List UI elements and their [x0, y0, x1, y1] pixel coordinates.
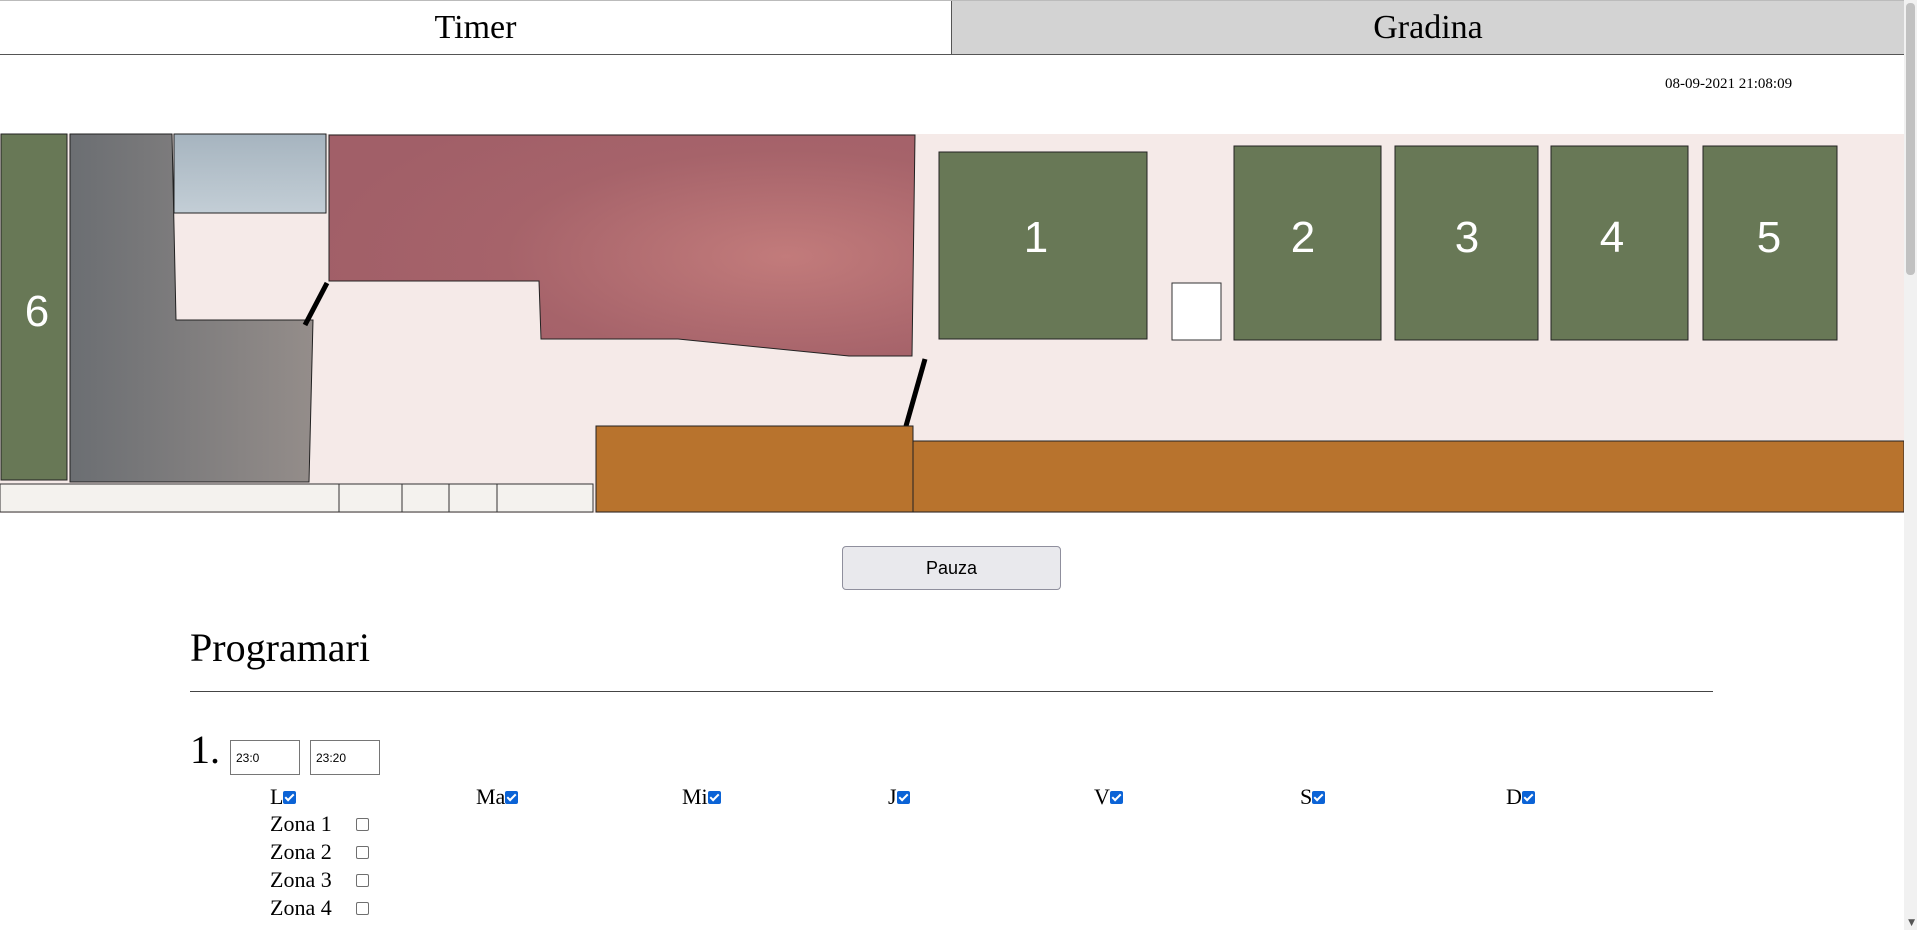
day-v: V — [1094, 782, 1123, 812]
window-block — [173, 133, 327, 214]
terrace-right — [912, 440, 1904, 513]
day-label: S — [1300, 784, 1313, 809]
day-label: J — [888, 784, 897, 809]
day-d-checkbox[interactable] — [1521, 790, 1535, 804]
day-label: L — [270, 784, 284, 809]
zone-1-checkbox[interactable] — [356, 818, 369, 831]
day-label: V — [1094, 784, 1110, 809]
program-number: 1. — [190, 727, 220, 772]
vertical-scrollbar[interactable]: ▼ — [1904, 0, 1917, 930]
tab-gradina[interactable]: Gradina — [952, 1, 1904, 55]
bed-2[interactable]: 2 — [1233, 145, 1382, 341]
bed-6[interactable]: 6 — [0, 133, 68, 481]
zone-1: Zona 1 — [270, 811, 369, 837]
pause-button[interactable]: Pauza — [842, 546, 1061, 590]
zone-label: Zona 2 — [270, 839, 332, 864]
end-time-input[interactable] — [310, 740, 380, 775]
scrollbar-thumb[interactable] — [1906, 3, 1915, 275]
zone-label: Zona 4 — [270, 895, 332, 920]
day-ma: Ma — [476, 782, 519, 812]
day-mi: Mi — [682, 782, 721, 812]
bed-4[interactable]: 4 — [1550, 145, 1689, 341]
bed-5-label: 5 — [1757, 213, 1781, 262]
bed-6-label: 6 — [25, 287, 49, 336]
day-ma-checkbox[interactable] — [505, 790, 519, 804]
day-label: Ma — [476, 784, 506, 809]
zone-label: Zona 3 — [270, 867, 332, 892]
divider — [190, 691, 1713, 692]
tab-timer[interactable]: Timer — [0, 1, 952, 55]
bed-2-label: 2 — [1291, 213, 1315, 262]
day-l-checkbox[interactable] — [283, 790, 297, 804]
zone-2: Zona 2 — [270, 839, 369, 865]
zone-label: Zona 1 — [270, 811, 332, 836]
zone-4-checkbox[interactable] — [356, 902, 369, 915]
zone-2-checkbox[interactable] — [356, 846, 369, 859]
bed-5[interactable]: 5 — [1702, 145, 1838, 341]
zone-3: Zona 3 — [270, 867, 369, 893]
zone-3-checkbox[interactable] — [356, 874, 369, 887]
day-s-checkbox[interactable] — [1312, 790, 1326, 804]
day-l: L — [270, 782, 297, 812]
bed-4-label: 4 — [1600, 213, 1624, 262]
day-mi-checkbox[interactable] — [707, 790, 721, 804]
scroll-down-icon[interactable]: ▼ — [1908, 918, 1915, 928]
terrace-left — [595, 425, 914, 513]
datetime-display: 08-09-2021 21:08:09 — [1665, 76, 1793, 92]
bed-3-label: 3 — [1455, 213, 1479, 262]
day-v-checkbox[interactable] — [1109, 790, 1123, 804]
bed-1-label: 1 — [1024, 213, 1048, 262]
path-tiles — [0, 483, 594, 513]
day-j-checkbox[interactable] — [896, 790, 910, 804]
start-time-input[interactable] — [230, 740, 300, 775]
day-j: J — [888, 782, 910, 812]
section-title: Programari — [190, 625, 370, 670]
garden-map: 6 1 2 3 4 5 — [0, 133, 1904, 513]
small-box — [1171, 282, 1222, 341]
day-s: S — [1300, 782, 1326, 812]
day-label: Mi — [682, 784, 708, 809]
day-label: D — [1506, 784, 1522, 809]
tab-bar: Timer Gradina — [0, 0, 1904, 57]
bed-1[interactable]: 1 — [938, 151, 1148, 340]
bed-3[interactable]: 3 — [1394, 145, 1539, 341]
zone-4: Zona 4 — [270, 895, 369, 921]
day-d: D — [1506, 782, 1535, 812]
